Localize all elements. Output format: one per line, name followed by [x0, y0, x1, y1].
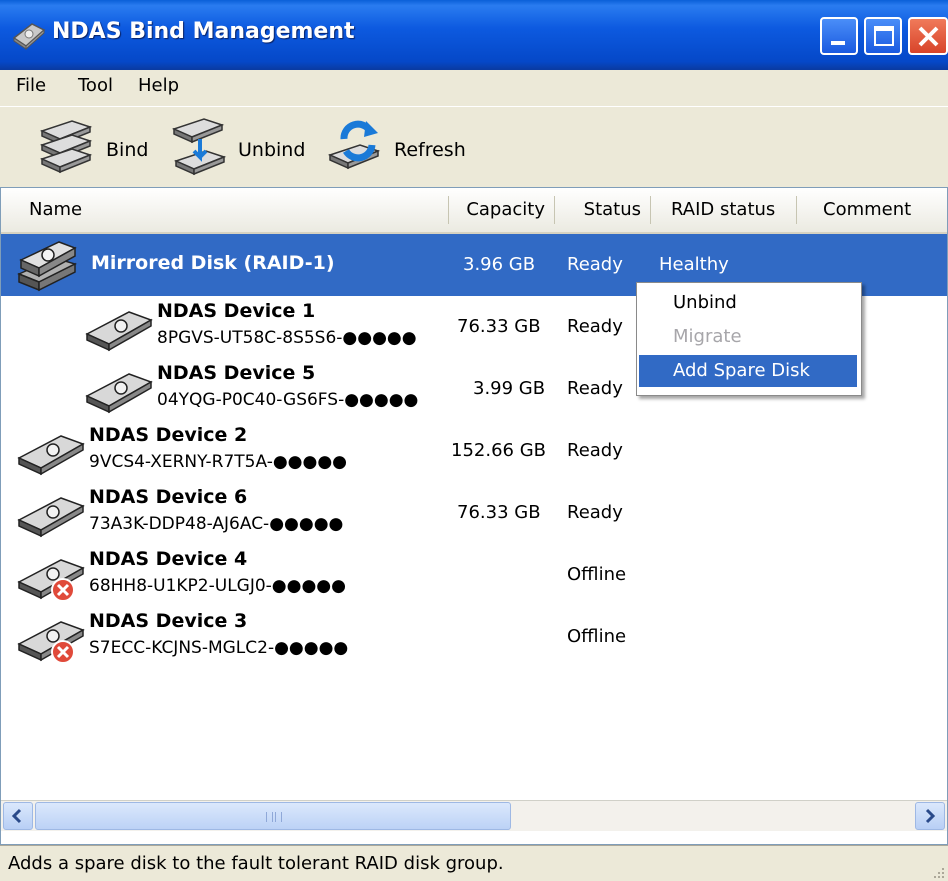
bind-icon — [39, 120, 93, 174]
menu-file[interactable]: File — [16, 75, 46, 96]
disk-icon — [17, 435, 85, 476]
refresh-label: Refresh — [394, 139, 466, 161]
raid-disk-icon — [17, 241, 78, 292]
row-name: NDAS Device 3 — [89, 610, 248, 632]
row-capacity: 76.33 GB — [457, 316, 541, 337]
chevron-left-icon — [11, 808, 22, 824]
column-status-label: Status — [583, 199, 641, 220]
row-capacity: 152.66 GB — [451, 440, 547, 461]
app-disk-icon — [12, 23, 46, 50]
table-row-device-3[interactable]: NDAS Device 3 S7ECC-KCJNS-MGLC2-●●●●● Of… — [1, 606, 947, 668]
close-icon — [918, 26, 939, 47]
status-text: Adds a spare disk to the fault tolerant … — [8, 853, 504, 874]
menu-bar: File Tool Help — [0, 70, 948, 104]
maximize-icon — [874, 26, 894, 46]
maximize-button[interactable] — [864, 17, 902, 55]
unbind-icon — [171, 118, 227, 176]
ndas-bind-management-window: NDAS Bind Management File Tool Help Bind — [0, 0, 948, 881]
row-capacity: 3.99 GB — [473, 378, 546, 399]
row-name: NDAS Device 5 — [157, 362, 316, 384]
menu-help[interactable]: Help — [138, 75, 179, 96]
grip-icon — [266, 812, 282, 822]
toolbar: Bind Unbind Refresh — [0, 106, 948, 188]
table-row-device-6[interactable]: NDAS Device 6 73A3K-DDP48-AJ6AC-●●●●● 76… — [1, 482, 947, 544]
column-name-label: Name — [29, 199, 83, 220]
column-comment-label: Comment — [823, 199, 912, 220]
row-serial: 04YQG-P0C40-GS6FS-●●●●● — [157, 390, 419, 410]
column-capacity[interactable]: Capacity — [449, 188, 555, 232]
disk-offline-icon — [17, 559, 85, 602]
disk-icon — [85, 311, 153, 352]
title-bar[interactable]: NDAS Bind Management — [0, 0, 948, 70]
table-row-device-4[interactable]: NDAS Device 4 68HH8-U1KP2-ULGJ0-●●●●● Of… — [1, 544, 947, 606]
row-serial: 73A3K-DDP48-AJ6AC-●●●●● — [89, 514, 344, 534]
refresh-button[interactable]: Refresh — [326, 117, 476, 177]
row-status: Ready — [567, 316, 623, 337]
window-title: NDAS Bind Management — [52, 19, 355, 44]
horizontal-scrollbar[interactable] — [1, 800, 947, 831]
scroll-thumb[interactable] — [35, 802, 511, 830]
menu-tool[interactable]: Tool — [78, 75, 113, 96]
column-comment[interactable]: Comment — [797, 188, 947, 232]
column-raid-status-label: RAID status — [671, 199, 776, 220]
column-name[interactable]: Name — [1, 188, 449, 232]
row-status: Offline — [567, 564, 627, 585]
row-raid-status: Healthy — [659, 254, 729, 275]
row-name: NDAS Device 1 — [157, 300, 316, 322]
disk-icon — [17, 497, 85, 538]
refresh-icon — [327, 120, 381, 170]
unbind-button[interactable]: Unbind — [170, 117, 310, 177]
disk-icon — [85, 373, 153, 414]
row-name: NDAS Device 6 — [89, 486, 248, 508]
row-status: Ready — [567, 440, 623, 461]
bind-button[interactable]: Bind — [38, 117, 156, 177]
status-bar: Adds a spare disk to the fault tolerant … — [0, 845, 948, 881]
resize-grip-icon[interactable] — [930, 864, 946, 880]
row-name: Mirrored Disk (RAID-1) — [91, 252, 335, 274]
column-raid-status[interactable]: RAID status — [651, 188, 797, 232]
row-capacity: 76.33 GB — [457, 502, 541, 523]
chevron-right-icon — [925, 808, 936, 824]
unbind-label: Unbind — [238, 139, 306, 161]
scroll-right-button[interactable] — [915, 802, 945, 830]
row-serial: 68HH8-U1KP2-ULGJ0-●●●●● — [89, 576, 346, 596]
minimize-icon — [831, 41, 845, 45]
list-header: Name Capacity Status RAID status Comment — [1, 188, 947, 234]
row-serial: 9VCS4-XERNY-R7T5A-●●●●● — [89, 452, 348, 472]
disk-offline-icon — [17, 621, 85, 664]
row-status: Offline — [567, 626, 627, 647]
scroll-left-button[interactable] — [3, 802, 33, 830]
row-name: NDAS Device 4 — [89, 548, 248, 570]
column-capacity-label: Capacity — [466, 199, 545, 220]
row-serial: 8PGVS-UT58C-8S5S6-●●●●● — [157, 328, 417, 348]
row-capacity: 3.96 GB — [463, 254, 536, 275]
close-button[interactable] — [908, 17, 948, 55]
row-status: Ready — [567, 254, 623, 275]
minimize-button[interactable] — [820, 17, 858, 55]
table-row-device-2[interactable]: NDAS Device 2 9VCS4-XERNY-R7T5A-●●●●● 15… — [1, 420, 947, 482]
row-name: NDAS Device 2 — [89, 424, 248, 446]
context-migrate: Migrate — [673, 326, 742, 347]
bind-label: Bind — [106, 139, 149, 161]
context-menu: Unbind Migrate Add Spare Disk — [636, 282, 862, 396]
row-status: Ready — [567, 502, 623, 523]
column-status[interactable]: Status — [555, 188, 651, 232]
row-serial: S7ECC-KCJNS-MGLC2-●●●●● — [89, 638, 349, 658]
context-add-spare-disk[interactable]: Add Spare Disk — [639, 355, 857, 387]
row-status: Ready — [567, 378, 623, 399]
context-unbind[interactable]: Unbind — [639, 287, 857, 319]
